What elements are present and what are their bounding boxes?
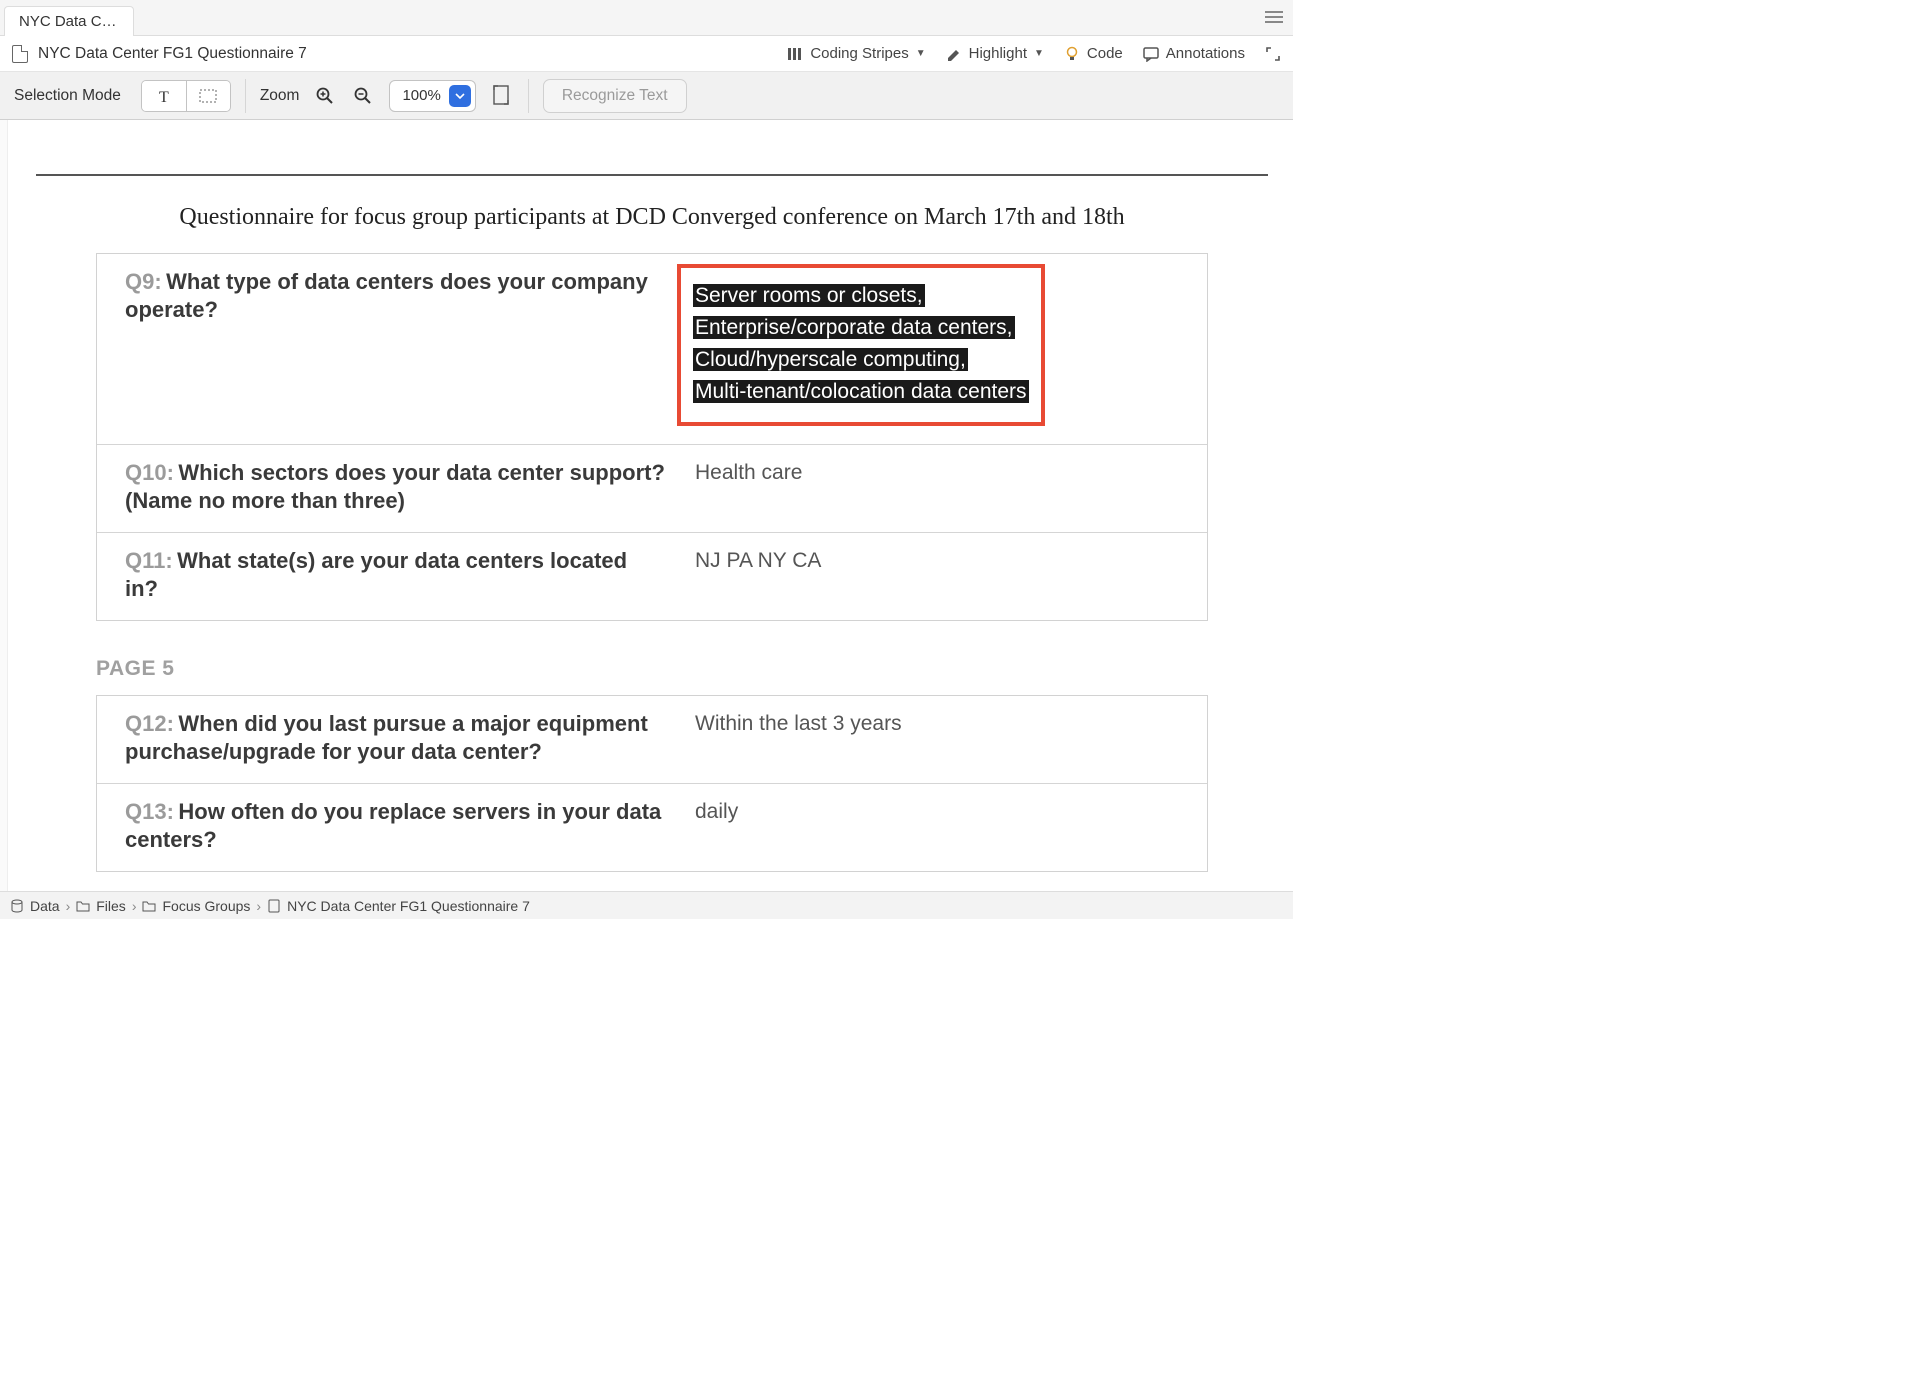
page-content: Questionnaire for focus group participan… (36, 174, 1268, 891)
highlight-label: Highlight (969, 45, 1027, 62)
q13-label: Q13: (125, 799, 174, 824)
breadcrumb-root[interactable]: Data (30, 898, 60, 914)
document-header-row: NYC Data Center FG1 Questionnaire 7 Codi… (0, 36, 1293, 72)
breadcrumb-folder[interactable]: Focus Groups (162, 898, 250, 914)
q9-answer-line: Server rooms or closets, (693, 284, 925, 307)
annotations-button[interactable]: Annotations (1143, 45, 1245, 62)
q9-text: What type of data centers does your comp… (125, 269, 648, 322)
code-label: Code (1087, 45, 1123, 62)
fit-page-button[interactable] (490, 84, 514, 108)
svg-text:T: T (159, 89, 169, 105)
q9-answer[interactable]: Server rooms or closets, Enterprise/corp… (695, 268, 1045, 426)
caret-down-icon: ▼ (1034, 48, 1044, 59)
q9-answer-line: Enterprise/corporate data centers, (693, 316, 1015, 339)
highlight-button[interactable]: Highlight ▼ (946, 45, 1044, 62)
annotation-icon (1143, 46, 1159, 62)
document-tab[interactable]: NYC Data Ce... (4, 6, 134, 36)
pdf-file-icon (12, 45, 28, 63)
toolbar-divider (528, 79, 529, 113)
zoom-label: Zoom (260, 87, 300, 105)
qa-box-page4: Q9: What type of data centers does your … (96, 253, 1208, 621)
right-tools: Coding Stripes ▼ Highlight ▼ Code Annota… (787, 45, 1281, 62)
highlighter-icon (946, 46, 962, 62)
q12-text: When did you last pursue a major equipme… (125, 711, 648, 764)
breadcrumb-sep: › (132, 898, 137, 914)
q10-text: Which sectors does your data center supp… (125, 460, 665, 513)
q10-label: Q10: (125, 460, 174, 485)
q10-answer[interactable]: Health care (695, 459, 802, 514)
q13-text: How often do you replace servers in your… (125, 799, 661, 852)
q13-answer[interactable]: daily (695, 798, 738, 853)
q11-answer[interactable]: NJ PA NY CA (695, 547, 821, 602)
hamburger-menu-icon[interactable] (1265, 8, 1283, 26)
coding-stripes-label: Coding Stripes (810, 45, 908, 62)
questionnaire-heading: Questionnaire for focus group participan… (76, 204, 1228, 231)
q11-text: What state(s) are your data centers loca… (125, 548, 627, 601)
breadcrumb-sep: › (256, 898, 261, 914)
qa-row-q11: Q11: What state(s) are your data centers… (97, 533, 1207, 620)
toolbar-divider (245, 79, 246, 113)
zoom-in-button[interactable] (313, 84, 337, 108)
zoom-out-button[interactable] (351, 84, 375, 108)
qa-row-q9: Q9: What type of data centers does your … (97, 254, 1207, 445)
code-button[interactable]: Code (1064, 45, 1123, 62)
coding-stripes-icon (787, 46, 803, 62)
tab-bar: NYC Data Ce... (0, 0, 1293, 36)
document-viewport[interactable]: Questionnaire for focus group participan… (0, 120, 1293, 891)
zoom-caret-icon (449, 85, 471, 107)
text-select-mode[interactable]: T (142, 81, 186, 111)
q9-label: Q9: (125, 269, 162, 294)
recognize-text-button[interactable]: Recognize Text (543, 79, 687, 113)
breadcrumb-file[interactable]: NYC Data Center FG1 Questionnaire 7 (287, 898, 530, 914)
database-icon (10, 899, 24, 913)
toolbar: Selection Mode T Zoom 100% Recognize Tex… (0, 72, 1293, 120)
selection-highlight-box: Server rooms or closets, Enterprise/corp… (677, 264, 1045, 426)
qa-box-page5: Q12: When did you last pursue a major eq… (96, 695, 1208, 872)
selection-mode-group: T (141, 80, 231, 112)
left-gutter (0, 120, 8, 891)
expand-icon[interactable] (1265, 46, 1281, 62)
q12-answer[interactable]: Within the last 3 years (695, 710, 902, 765)
breadcrumb-sep: › (66, 898, 71, 914)
zoom-select[interactable]: 100% (389, 80, 475, 112)
annotations-label: Annotations (1166, 45, 1245, 62)
q12-label: Q12: (125, 711, 174, 736)
page-5-label: PAGE 5 (96, 657, 1208, 681)
qa-row-q13: Q13: How often do you replace servers in… (97, 784, 1207, 871)
region-select-mode[interactable] (186, 81, 230, 111)
document-title: NYC Data Center FG1 Questionnaire 7 (38, 45, 307, 63)
breadcrumb: Data › Files › Focus Groups › NYC Data C… (0, 891, 1293, 919)
selection-mode-label: Selection Mode (14, 87, 121, 105)
caret-down-icon: ▼ (916, 48, 926, 59)
lightbulb-icon (1064, 46, 1080, 62)
coding-stripes-button[interactable]: Coding Stripes ▼ (787, 45, 925, 62)
q9-answer-line: Cloud/hyperscale computing, (693, 348, 968, 371)
q9-answer-line: Multi-tenant/colocation data centers (693, 380, 1029, 403)
qa-row-q12: Q12: When did you last pursue a major eq… (97, 696, 1207, 784)
folder-icon (76, 899, 90, 913)
folder-icon (142, 899, 156, 913)
q11-label: Q11: (125, 548, 173, 573)
zoom-value: 100% (402, 87, 440, 104)
breadcrumb-files[interactable]: Files (96, 898, 126, 914)
qa-row-q10: Q10: Which sectors does your data center… (97, 445, 1207, 533)
pdf-file-icon (267, 899, 281, 913)
